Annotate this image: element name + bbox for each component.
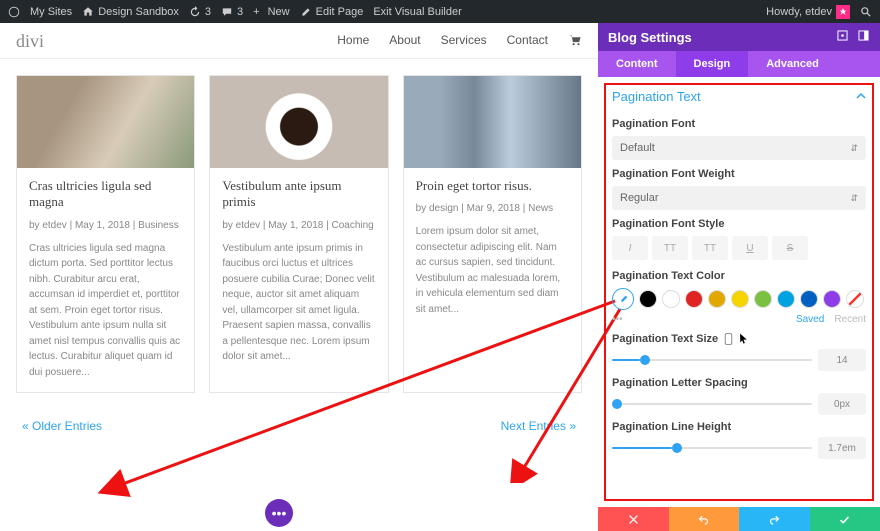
cursor-icon [739, 333, 748, 345]
letter-spacing-value[interactable]: 0px [818, 393, 866, 415]
letter-spacing-slider[interactable] [612, 396, 812, 412]
text-size-value[interactable]: 14 [818, 349, 866, 371]
post-title: Cras ultricies ligula sed magna [29, 178, 182, 211]
post-excerpt: Cras ultricies ligula sed magna dictum p… [29, 241, 182, 381]
section-title[interactable]: Pagination Text [612, 89, 701, 104]
updates-count[interactable]: 3 [189, 6, 211, 18]
exit-visual-builder[interactable]: Exit Visual Builder [373, 6, 461, 18]
site-name[interactable]: Design Sandbox [82, 6, 179, 18]
close-button[interactable] [598, 507, 669, 531]
color-dropper-icon[interactable] [612, 288, 634, 310]
cart-icon[interactable] [568, 33, 582, 50]
saved-colors-link[interactable]: Saved [796, 314, 824, 325]
panel-title: Blog Settings [608, 30, 692, 45]
new-content[interactable]: +New [253, 6, 289, 18]
font-style-uppercase[interactable]: TT [652, 236, 688, 260]
pagination-font-weight-select[interactable]: Regular⇵ [612, 186, 866, 210]
divi-fab-button[interactable]: ••• [265, 499, 293, 527]
howdy-user[interactable]: Howdy, etdev [766, 5, 850, 19]
post-thumbnail [17, 76, 194, 168]
collapse-icon[interactable] [857, 29, 870, 45]
font-style-smallcaps[interactable]: TT [692, 236, 728, 260]
field-label: Pagination Font [612, 118, 866, 130]
wp-logo[interactable] [8, 6, 20, 18]
post-title: Vestibulum ante ipsum primis [222, 178, 375, 211]
font-style-strike[interactable]: S [772, 236, 808, 260]
nav-services[interactable]: Services [441, 33, 487, 50]
tab-design[interactable]: Design [676, 51, 749, 77]
color-swatch-none[interactable] [846, 290, 864, 308]
color-swatch[interactable] [731, 290, 749, 308]
chevron-up-icon[interactable] [856, 89, 866, 104]
color-swatch[interactable] [823, 290, 841, 308]
caret-icon: ⇵ [850, 193, 858, 204]
older-entries-link[interactable]: « Older Entries [22, 419, 102, 433]
post-excerpt: Lorem ipsum dolor sit amet, consectetur … [416, 224, 569, 317]
undo-button[interactable] [669, 507, 740, 531]
post-excerpt: Vestibulum ante ipsum primis in faucibus… [222, 241, 375, 365]
my-sites[interactable]: My Sites [30, 6, 72, 18]
field-label: Pagination Font Weight [612, 168, 866, 180]
next-entries-link[interactable]: Next Entries » [501, 419, 576, 433]
nav-about[interactable]: About [389, 33, 420, 50]
redo-button[interactable] [739, 507, 810, 531]
color-swatch[interactable] [777, 290, 795, 308]
search-icon[interactable] [860, 6, 872, 18]
post-meta: by etdev | May 1, 2018 | Business [29, 219, 182, 233]
color-swatch[interactable] [639, 290, 657, 308]
field-label: Pagination Line Height [612, 421, 731, 433]
blog-post-card[interactable]: Cras ultricies ligula sed magna by etdev… [16, 75, 195, 393]
more-colors-icon[interactable]: ••• [612, 314, 623, 325]
blog-post-card[interactable]: Vestibulum ante ipsum primis by etdev | … [209, 75, 388, 393]
field-label: Pagination Text Color [612, 270, 866, 282]
font-style-underline[interactable]: U [732, 236, 768, 260]
tab-advanced[interactable]: Advanced [748, 51, 837, 77]
post-thumbnail [404, 76, 581, 168]
field-label: Pagination Letter Spacing [612, 377, 748, 389]
pagination-font-select[interactable]: Default⇵ [612, 136, 866, 160]
color-swatch[interactable] [800, 290, 818, 308]
comments-count[interactable]: 3 [221, 6, 243, 18]
edit-page[interactable]: Edit Page [300, 6, 364, 18]
text-size-slider[interactable] [612, 352, 812, 368]
save-button[interactable] [810, 507, 880, 531]
recent-colors-link[interactable]: Recent [834, 314, 866, 325]
color-swatch[interactable] [708, 290, 726, 308]
site-logo[interactable]: divi [16, 31, 44, 52]
caret-icon: ⇵ [850, 143, 858, 154]
avatar-icon [836, 5, 850, 19]
color-swatch[interactable] [685, 290, 703, 308]
line-height-slider[interactable] [612, 440, 812, 456]
post-title: Proin eget tortor risus. [416, 178, 569, 194]
post-meta: by etdev | May 1, 2018 | Coaching [222, 219, 375, 233]
line-height-value[interactable]: 1.7em [818, 437, 866, 459]
phone-icon[interactable] [724, 333, 733, 345]
color-swatch[interactable] [754, 290, 772, 308]
expand-icon[interactable] [836, 29, 849, 45]
font-style-italic[interactable]: I [612, 236, 648, 260]
post-thumbnail [210, 76, 387, 168]
blog-post-card[interactable]: Proin eget tortor risus. by design | Mar… [403, 75, 582, 393]
dots-icon: ••• [272, 506, 287, 520]
field-label: Pagination Font Style [612, 218, 866, 230]
nav-contact[interactable]: Contact [507, 33, 548, 50]
post-meta: by design | Mar 9, 2018 | News [416, 202, 569, 216]
color-swatch[interactable] [662, 290, 680, 308]
field-label: Pagination Text Size [612, 333, 718, 345]
nav-home[interactable]: Home [337, 33, 369, 50]
tab-content[interactable]: Content [598, 51, 676, 77]
